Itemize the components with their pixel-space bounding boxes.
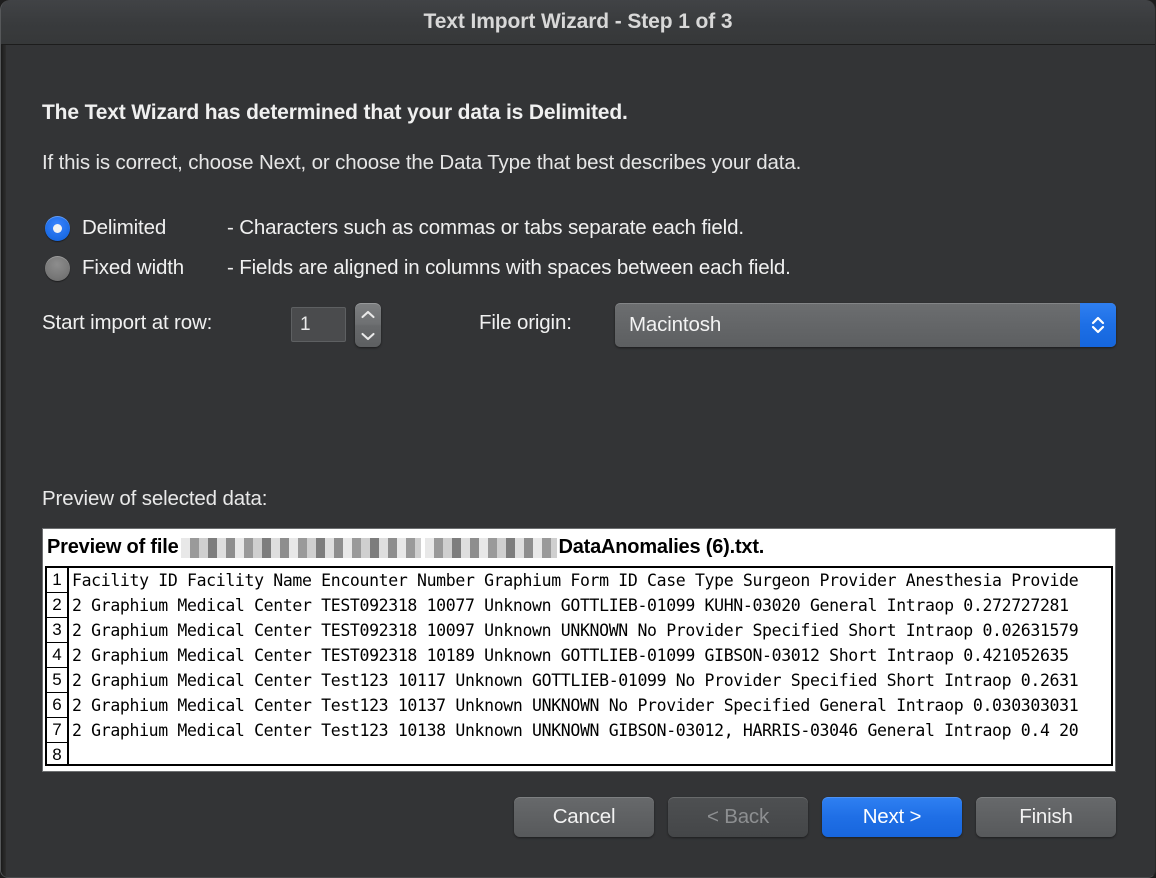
row-content: 2 Graphium Medical Center TEST092318 100… [72,596,1069,615]
table-row[interactable]: 5 2 Graphium Medical Center Test123 1011… [47,668,1111,693]
table-row[interactable]: 2 2 Graphium Medical Center TEST092318 1… [47,593,1111,618]
preview-file-prefix: Preview of file [47,536,179,558]
row-number: 8 [47,743,69,764]
row-number: 4 [47,643,69,668]
chevron-down-icon[interactable] [361,325,375,347]
radio-selected-icon[interactable] [45,215,70,241]
radio-unselected-icon[interactable] [45,255,70,281]
table-row[interactable]: 8 [47,743,1111,764]
radio-description-fixed-width: - Fields are aligned in columns with spa… [227,256,791,279]
row-content: 2 Graphium Medical Center Test123 10138 … [72,721,1079,740]
window-left-edge [1,45,6,877]
redacted-path-segment-1 [180,537,421,558]
row-number: 1 [47,568,69,593]
dialog-titlebar: Text Import Wizard - Step 1 of 3 [1,0,1155,45]
cancel-button[interactable]: Cancel [514,797,654,837]
start-import-row-stepper[interactable] [355,303,381,347]
redacted-path-segment-2 [424,537,557,558]
preview-file-name: DataAnomalies (6).txt. [558,536,765,558]
table-row[interactable]: 6 2 Graphium Medical Center Test123 1013… [47,693,1111,718]
row-number: 6 [47,693,69,718]
radio-label-delimited: Delimited [82,216,167,239]
back-button: < Back [668,797,808,837]
row-content: 2 Graphium Medical Center TEST092318 101… [72,646,1069,665]
finish-button[interactable]: Finish [976,797,1116,837]
table-row[interactable]: 7 2 Graphium Medical Center Test123 1013… [47,718,1111,743]
preview-data-grid[interactable]: 1 Facility ID Facility Name Encounter Nu… [45,566,1113,766]
row-content: 2 Graphium Medical Center Test123 10137 … [72,696,1079,715]
row-content [69,743,1111,764]
wizard-heading-primary: The Text Wizard has determined that your… [42,101,628,124]
radio-description-delimited: - Characters such as commas or tabs sepa… [227,216,744,239]
wizard-heading-secondary: If this is correct, choose Next, or choo… [42,151,802,174]
dialog-body: The Text Wizard has determined that your… [1,45,1155,877]
radio-label-fixed-width: Fixed width [82,256,185,279]
chevron-up-icon[interactable] [361,303,375,325]
table-row[interactable]: 4 2 Graphium Medical Center TEST092318 1… [47,643,1111,668]
row-number: 7 [47,718,69,743]
row-number: 3 [47,618,69,643]
row-number: 5 [47,668,69,693]
row-content: 2 Graphium Medical Center TEST092318 100… [72,621,1079,640]
import-controls-row: Start import at row: File origin: Macint… [42,303,1116,349]
file-origin-selected-value: Macintosh [629,313,722,336]
start-import-row-input[interactable] [291,307,346,342]
table-row[interactable]: 3 2 Graphium Medical Center TEST092318 1… [47,618,1111,643]
dialog-title: Text Import Wizard - Step 1 of 3 [423,10,733,33]
table-row[interactable]: 1 Facility ID Facility Name Encounter Nu… [47,568,1111,593]
preview-section-label: Preview of selected data: [42,487,268,510]
dialog-button-bar: Cancel < Back Next > Finish [42,797,1116,837]
file-origin-label: File origin: [479,311,572,334]
row-number: 2 [47,593,69,618]
data-preview-panel[interactable]: Preview of file DataAnomalies (6).txt. 1… [42,528,1116,772]
next-button[interactable]: Next > [822,797,962,837]
row-content: 2 Graphium Medical Center Test123 10117 … [72,671,1079,690]
text-import-wizard-dialog: Text Import Wizard - Step 1 of 3 The Tex… [0,0,1156,878]
row-content: Facility ID Facility Name Encounter Numb… [72,571,1079,590]
radio-option-fixed-width[interactable]: Fixed width - Fields are aligned in colu… [45,253,791,283]
chevron-updown-icon[interactable] [1080,303,1116,347]
preview-file-caption: Preview of file DataAnomalies (6).txt. [43,529,1115,566]
start-import-row-label: Start import at row: [42,311,213,334]
file-origin-dropdown[interactable]: Macintosh [615,303,1116,347]
radio-option-delimited[interactable]: Delimited - Characters such as commas or… [45,213,744,243]
